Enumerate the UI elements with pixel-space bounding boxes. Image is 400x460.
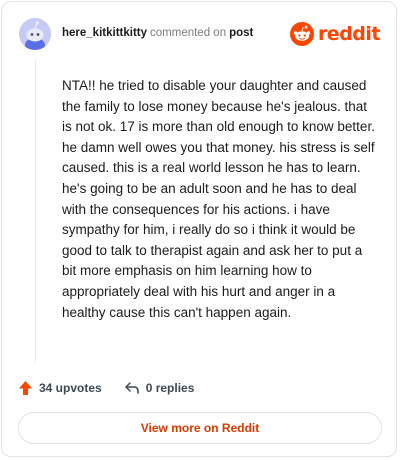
- comment-header: here_kitkittkitty commented on post reddit: [19, 18, 381, 52]
- snoo-avatar-icon[interactable]: [19, 18, 51, 50]
- action-text: commented on: [150, 27, 227, 39]
- reply-count: 0 replies: [145, 381, 195, 395]
- post-link[interactable]: post: [229, 27, 253, 39]
- embedded-comment-card: here_kitkittkitty commented on post reddit: [1, 1, 397, 457]
- thread-line: [35, 60, 36, 363]
- comment-meta: here_kitkittkitty commented on post: [62, 27, 253, 39]
- reply-button[interactable]: 0 replies: [124, 381, 195, 395]
- reddit-brand[interactable]: reddit: [289, 21, 381, 47]
- view-more-button[interactable]: View more on Reddit: [18, 412, 382, 444]
- upvote-arrow-icon: [18, 380, 33, 396]
- upvote-count: 34 upvotes: [39, 381, 102, 395]
- comment-body: NTA!! he tried to disable your daughter …: [62, 78, 375, 320]
- upvote-button[interactable]: 34 upvotes: [18, 380, 102, 396]
- reply-arrow-icon: [124, 381, 140, 395]
- username-link[interactable]: here_kitkittkitty: [62, 27, 147, 39]
- reddit-logo-icon: [289, 22, 314, 46]
- comment-actions: 34 upvotes 0 replies: [18, 377, 194, 399]
- brand-wordmark: reddit: [317, 23, 381, 45]
